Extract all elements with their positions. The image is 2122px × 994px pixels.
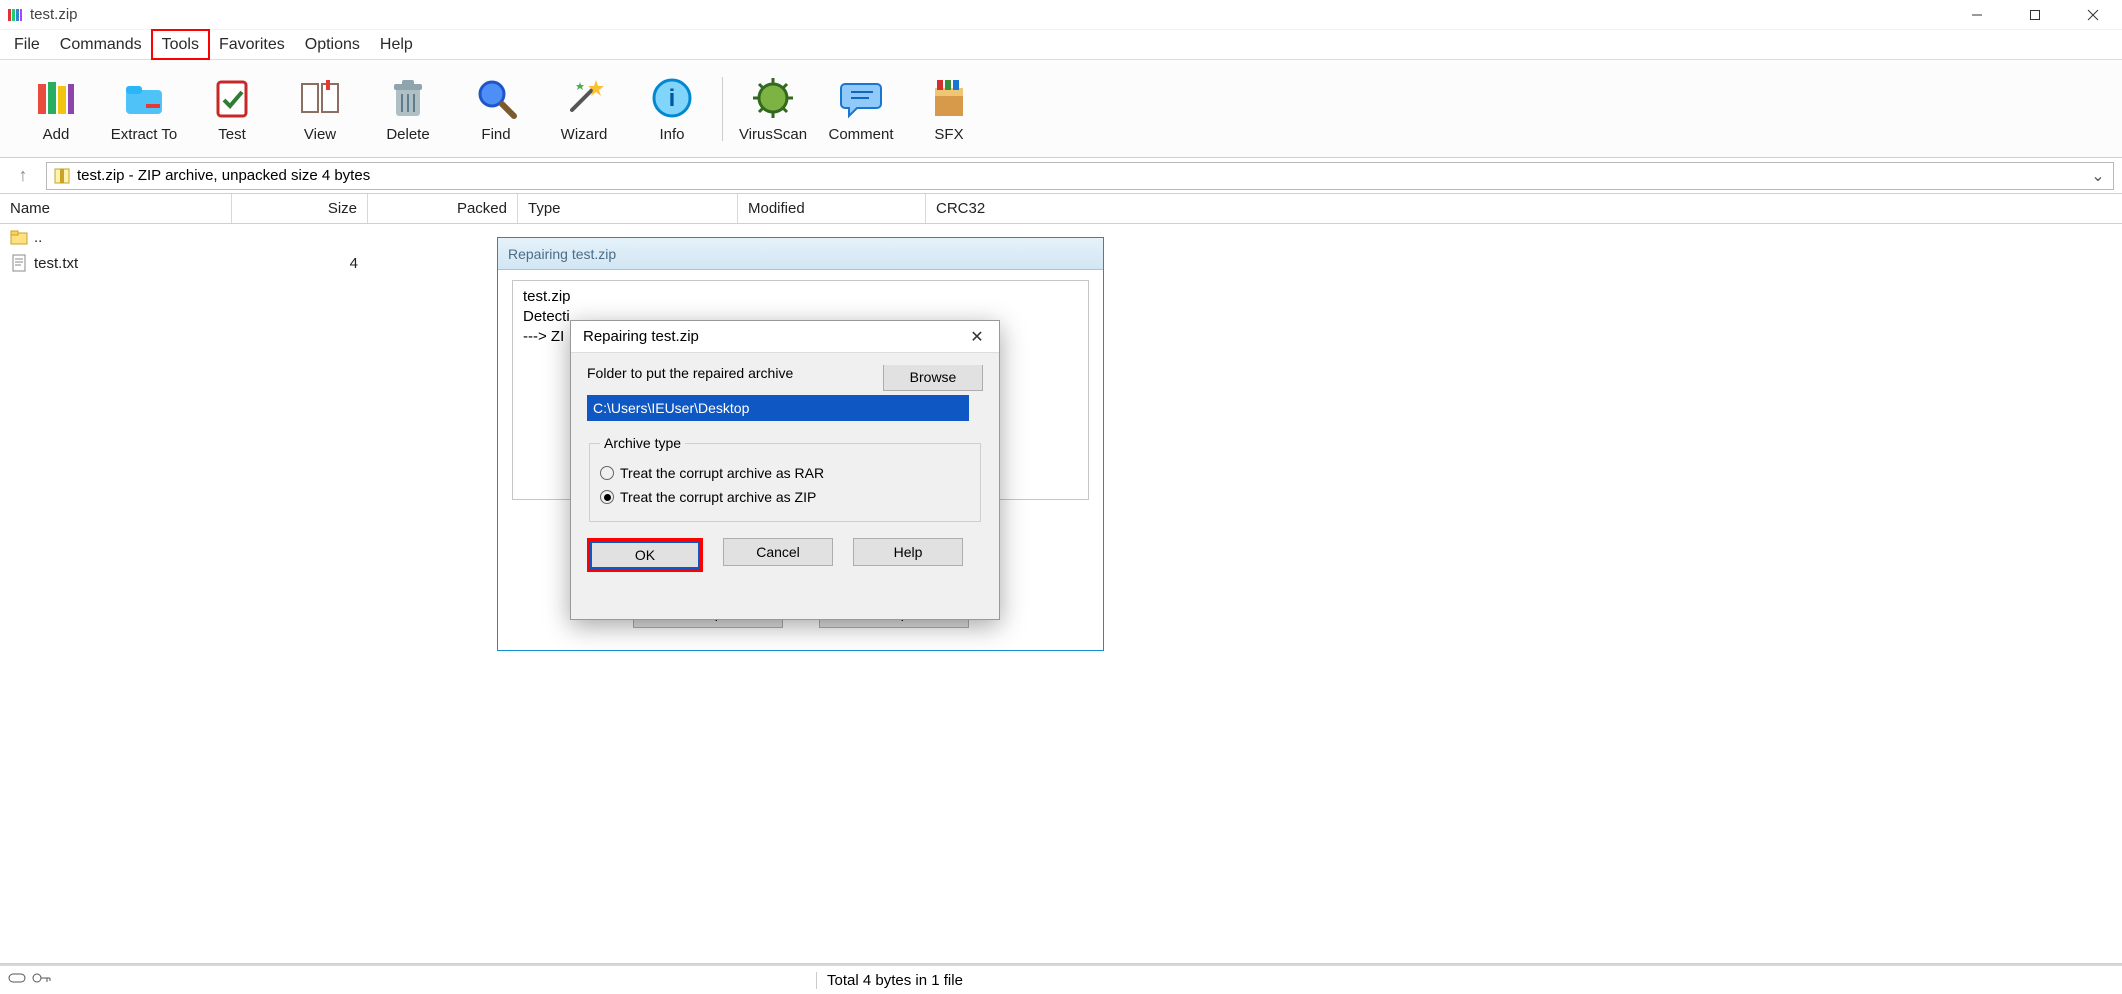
close-icon[interactable]: ✕ [963, 325, 991, 349]
window-title: test.zip [30, 6, 1948, 23]
trash-icon [384, 74, 432, 122]
menu-options[interactable]: Options [295, 30, 370, 59]
key-icon [32, 971, 52, 989]
up-button[interactable]: ↑ [8, 164, 38, 188]
info-icon: i [648, 74, 696, 122]
row-file-name: test.txt [0, 254, 232, 272]
toolbar-comment[interactable]: Comment [817, 74, 905, 143]
col-packed[interactable]: Packed [368, 194, 518, 223]
folder-extract-icon [120, 74, 168, 122]
wand-icon [560, 74, 608, 122]
toolbar-sfx[interactable]: SFX [905, 74, 993, 143]
toolbar-info[interactable]: i Info [628, 74, 716, 143]
text-file-icon [10, 254, 28, 272]
book-open-icon [296, 74, 344, 122]
maximize-button[interactable] [2006, 0, 2064, 30]
radio-rar-label: Treat the corrupt archive as RAR [620, 465, 824, 481]
toolbar-virusscan-label: VirusScan [739, 126, 807, 143]
row-parent-label: .. [34, 229, 42, 246]
toolbar-find-label: Find [481, 126, 510, 143]
box-icon [925, 74, 973, 122]
column-headers: Name Size Packed Type Modified CRC32 [0, 194, 2122, 224]
radio-rar[interactable]: Treat the corrupt archive as RAR [600, 461, 970, 485]
toolbar-delete[interactable]: Delete [364, 74, 452, 143]
repair-help-button[interactable]: Help [853, 538, 963, 566]
radio-zip[interactable]: Treat the corrupt archive as ZIP [600, 485, 970, 509]
toolbar-add-label: Add [43, 126, 70, 143]
toolbar-wizard-label: Wizard [561, 126, 608, 143]
col-modified[interactable]: Modified [738, 194, 926, 223]
toolbar-extract-label: Extract To [111, 126, 177, 143]
radio-zip-circle [600, 490, 614, 504]
pathbar: ↑ test.zip - ZIP archive, unpacked size … [0, 158, 2122, 194]
menubar: File Commands Tools Favorites Options He… [0, 30, 2122, 60]
winrar-icon [6, 6, 24, 24]
toolbar-virusscan[interactable]: VirusScan [729, 74, 817, 143]
path-text: test.zip - ZIP archive, unpacked size 4 … [77, 167, 2083, 184]
status-left [0, 971, 816, 989]
toolbar-extract[interactable]: Extract To [100, 74, 188, 143]
toolbar-delete-label: Delete [386, 126, 429, 143]
menu-favorites[interactable]: Favorites [209, 30, 295, 59]
toolbar-find[interactable]: Find [452, 74, 540, 143]
radio-zip-label: Treat the corrupt archive as ZIP [620, 489, 816, 505]
toolbar-sfx-label: SFX [934, 126, 963, 143]
zip-icon [53, 167, 71, 185]
repair-path-value: C:\Users\IEUser\Desktop [593, 400, 749, 416]
cancel-button[interactable]: Cancel [723, 538, 833, 566]
toolbar-comment-label: Comment [828, 126, 893, 143]
toolbar-view[interactable]: View [276, 74, 364, 143]
disk-icon [8, 971, 26, 989]
folder-up-icon [10, 228, 28, 246]
menu-help[interactable]: Help [370, 30, 423, 59]
status-total: Total 4 bytes in 1 file [816, 972, 2122, 989]
books-icon [32, 74, 80, 122]
magnifier-icon [472, 74, 520, 122]
toolbar-test[interactable]: Test [188, 74, 276, 143]
repair-path-input[interactable]: C:\Users\IEUser\Desktop [587, 395, 969, 421]
close-button[interactable] [2064, 0, 2122, 30]
menu-tools[interactable]: Tools [152, 30, 209, 59]
col-size[interactable]: Size [232, 194, 368, 223]
titlebar: test.zip [0, 0, 2122, 30]
row-file-label: test.txt [34, 255, 78, 272]
progress-line-1: test.zip [523, 287, 1078, 307]
row-file-size: 4 [232, 255, 368, 272]
repair-dialog-buttons: OK Cancel Help [587, 538, 983, 572]
repair-dialog-titlebar[interactable]: Repairing test.zip ✕ [571, 321, 999, 353]
archive-type-group: Archive type Treat the corrupt archive a… [589, 435, 981, 522]
menu-commands[interactable]: Commands [50, 30, 152, 59]
minimize-button[interactable] [1948, 0, 2006, 30]
row-parent-name: .. [0, 228, 232, 246]
chevron-down-icon[interactable]: ⌄ [2089, 166, 2107, 186]
radio-rar-circle [600, 466, 614, 480]
browse-button[interactable]: Browse [883, 365, 983, 391]
toolbar-wizard[interactable]: Wizard [540, 74, 628, 143]
toolbar: Add Extract To Test View Delete Find Wiz… [0, 60, 2122, 158]
menu-file[interactable]: File [4, 30, 50, 59]
col-type[interactable]: Type [518, 194, 738, 223]
toolbar-test-label: Test [218, 126, 246, 143]
toolbar-view-label: View [304, 126, 336, 143]
repair-dialog-content: Browse Folder to put the repaired archiv… [571, 353, 999, 582]
repair-dialog: Repairing test.zip ✕ Browse Folder to pu… [570, 320, 1000, 620]
progress-dialog-title[interactable]: Repairing test.zip [498, 238, 1103, 270]
toolbar-add[interactable]: Add [12, 74, 100, 143]
col-crc32[interactable]: CRC32 [926, 194, 1106, 223]
svg-text:i: i [669, 85, 676, 112]
toolbar-separator [722, 77, 723, 141]
comment-icon [837, 74, 885, 122]
ok-button[interactable]: OK [590, 541, 700, 569]
statusbar: Total 4 bytes in 1 file [0, 964, 2122, 994]
path-field[interactable]: test.zip - ZIP archive, unpacked size 4 … [46, 162, 2114, 190]
ok-highlight: OK [587, 538, 703, 572]
repair-dialog-title: Repairing test.zip [583, 328, 699, 345]
col-name[interactable]: Name [0, 194, 232, 223]
toolbar-info-label: Info [659, 126, 684, 143]
archive-type-legend: Archive type [600, 435, 685, 451]
virus-icon [749, 74, 797, 122]
window-buttons [1948, 0, 2122, 30]
clipboard-check-icon [208, 74, 256, 122]
